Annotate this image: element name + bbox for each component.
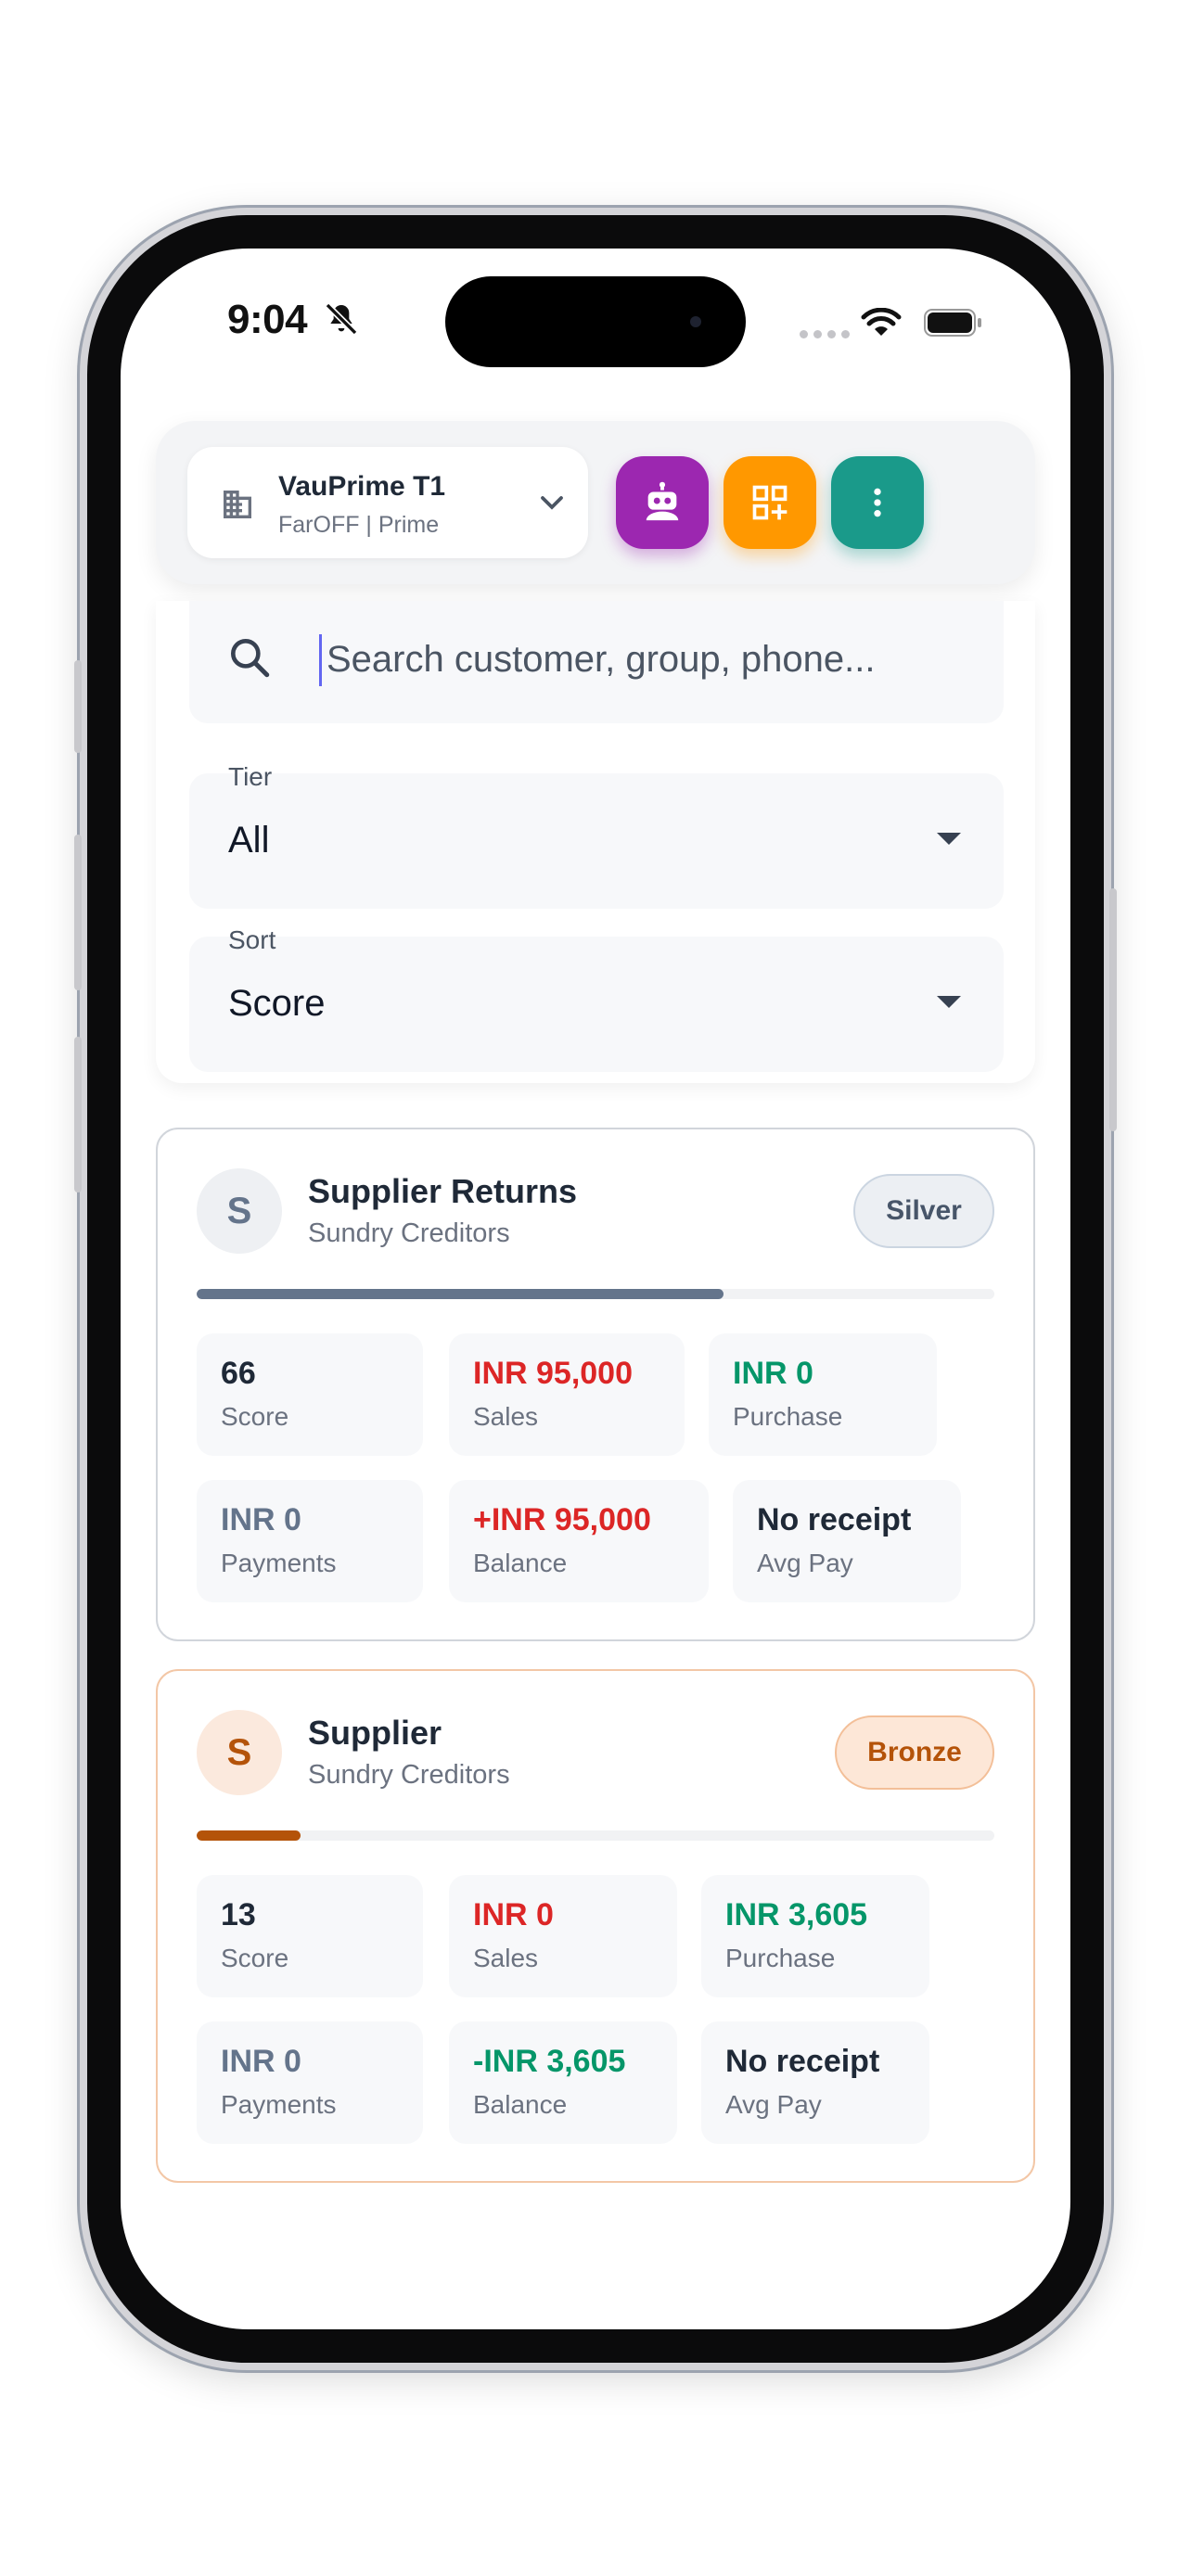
text-caret xyxy=(319,634,322,686)
avatar: S xyxy=(197,1168,282,1254)
stat-sales: INR 0 Sales xyxy=(449,1875,677,1997)
stat-purchase: INR 0 Purchase xyxy=(709,1333,937,1456)
chevron-down-icon xyxy=(541,496,563,510)
stat-value: INR 0 xyxy=(221,2044,301,2079)
stat-purchase: INR 3,605 Purchase xyxy=(701,1875,929,1997)
stat-value: INR 0 xyxy=(733,1356,813,1391)
stat-score: 66 Score xyxy=(197,1333,423,1456)
stat-label: Purchase xyxy=(725,1944,836,1972)
customer-group: Sundry Creditors xyxy=(308,1760,510,1790)
customer-name: Supplier Returns xyxy=(308,1172,578,1210)
stat-value: INR 0 xyxy=(221,1502,301,1537)
search-input[interactable] xyxy=(327,627,976,692)
stat-label: Avg Pay xyxy=(725,2090,822,2119)
app-screen: 9:04 VauPrime T1 FarOFF | Prime Search c… xyxy=(121,249,1070,2329)
status-time: 9:04 xyxy=(227,297,308,342)
stat-label: Purchase xyxy=(733,1402,843,1431)
stat-value: INR 95,000 xyxy=(473,1356,633,1391)
customer-card[interactable]: S Supplier Returns Sundry Creditors Silv… xyxy=(156,1128,1035,1641)
stat-label: Balance xyxy=(473,1549,568,1577)
dropdown-arrow-icon xyxy=(937,996,961,1008)
stat-value: INR 0 xyxy=(473,1897,554,1932)
score-progress-fill xyxy=(197,1830,301,1841)
building-icon xyxy=(224,491,251,518)
stat-value: No receipt xyxy=(725,2044,880,2079)
tier-select[interactable]: Tier All xyxy=(189,762,1004,909)
score-progress-fill xyxy=(197,1289,724,1299)
stat-sales: INR 95,000 Sales xyxy=(449,1333,685,1456)
stat-value: No receipt xyxy=(757,1502,912,1537)
stat-value: -INR 3,605 xyxy=(473,2044,626,2079)
sort-label: Sort xyxy=(228,925,276,954)
robot-icon xyxy=(646,481,679,521)
stat-balance: +INR 95,000 Balance xyxy=(449,1480,709,1602)
volume-down-button xyxy=(74,1037,82,1192)
more-vertical-icon xyxy=(874,488,881,517)
search-bar[interactable] xyxy=(189,601,1004,723)
tier-badge: Bronze xyxy=(835,1715,994,1790)
score-progress-bar xyxy=(197,1289,994,1299)
stat-label: Payments xyxy=(221,1549,337,1577)
dropdown-arrow-icon xyxy=(937,833,961,845)
company-selector[interactable]: VauPrime T1 FarOFF | Prime xyxy=(187,447,588,558)
stat-payments: INR 0 Payments xyxy=(197,2021,423,2144)
add-grid-icon xyxy=(752,485,788,520)
stat-value: 13 xyxy=(221,1897,256,1932)
bell-off-icon xyxy=(325,302,358,336)
filter-panel: Tier All Sort Score xyxy=(156,601,1035,1083)
stat-label: Score xyxy=(221,1402,289,1431)
stat-balance: -INR 3,605 Balance xyxy=(449,2021,677,2144)
avatar: S xyxy=(197,1710,282,1795)
stat-label: Sales xyxy=(473,1402,539,1431)
stat-avg-pay: No receipt Avg Pay xyxy=(701,2021,929,2144)
battery-icon xyxy=(924,309,981,337)
stat-score: 13 Score xyxy=(197,1875,423,1997)
stat-value: +INR 95,000 xyxy=(473,1502,651,1537)
stat-label: Score xyxy=(221,1944,289,1972)
sort-value: Score xyxy=(228,983,326,1024)
dynamic-island xyxy=(445,276,746,367)
volume-up-button xyxy=(74,835,82,990)
customer-group: Sundry Creditors xyxy=(308,1218,510,1248)
stat-value: 66 xyxy=(221,1356,256,1391)
power-button xyxy=(1109,888,1117,1131)
tier-value: All xyxy=(228,820,270,861)
customer-card[interactable]: S Supplier Sundry Creditors Bronze 13 Sc… xyxy=(156,1669,1035,2183)
stat-payments: INR 0 Payments xyxy=(197,1480,423,1602)
stat-label: Balance xyxy=(473,2090,568,2119)
tier-label: Tier xyxy=(228,762,273,791)
stat-value: INR 3,605 xyxy=(725,1897,868,1932)
wifi-icon xyxy=(861,308,902,336)
company-name: VauPrime T1 xyxy=(278,471,446,502)
ai-assistant-button[interactable] xyxy=(616,456,709,549)
sort-select[interactable]: Sort Score xyxy=(189,925,1004,1072)
stat-label: Payments xyxy=(221,2090,337,2119)
score-progress-bar xyxy=(197,1830,994,1841)
cellular-signal-icon xyxy=(800,330,850,338)
customer-name: Supplier xyxy=(308,1714,442,1752)
stat-label: Avg Pay xyxy=(757,1549,853,1577)
stat-label: Sales xyxy=(473,1944,539,1972)
add-widget-button[interactable] xyxy=(724,456,816,549)
company-subtitle: FarOFF | Prime xyxy=(278,512,440,538)
stat-avg-pay: No receipt Avg Pay xyxy=(733,1480,961,1602)
more-options-button[interactable] xyxy=(831,456,924,549)
app-header: VauPrime T1 FarOFF | Prime xyxy=(156,421,1035,584)
silent-switch xyxy=(74,660,82,753)
tier-badge: Silver xyxy=(853,1174,994,1248)
search-icon xyxy=(230,639,270,678)
